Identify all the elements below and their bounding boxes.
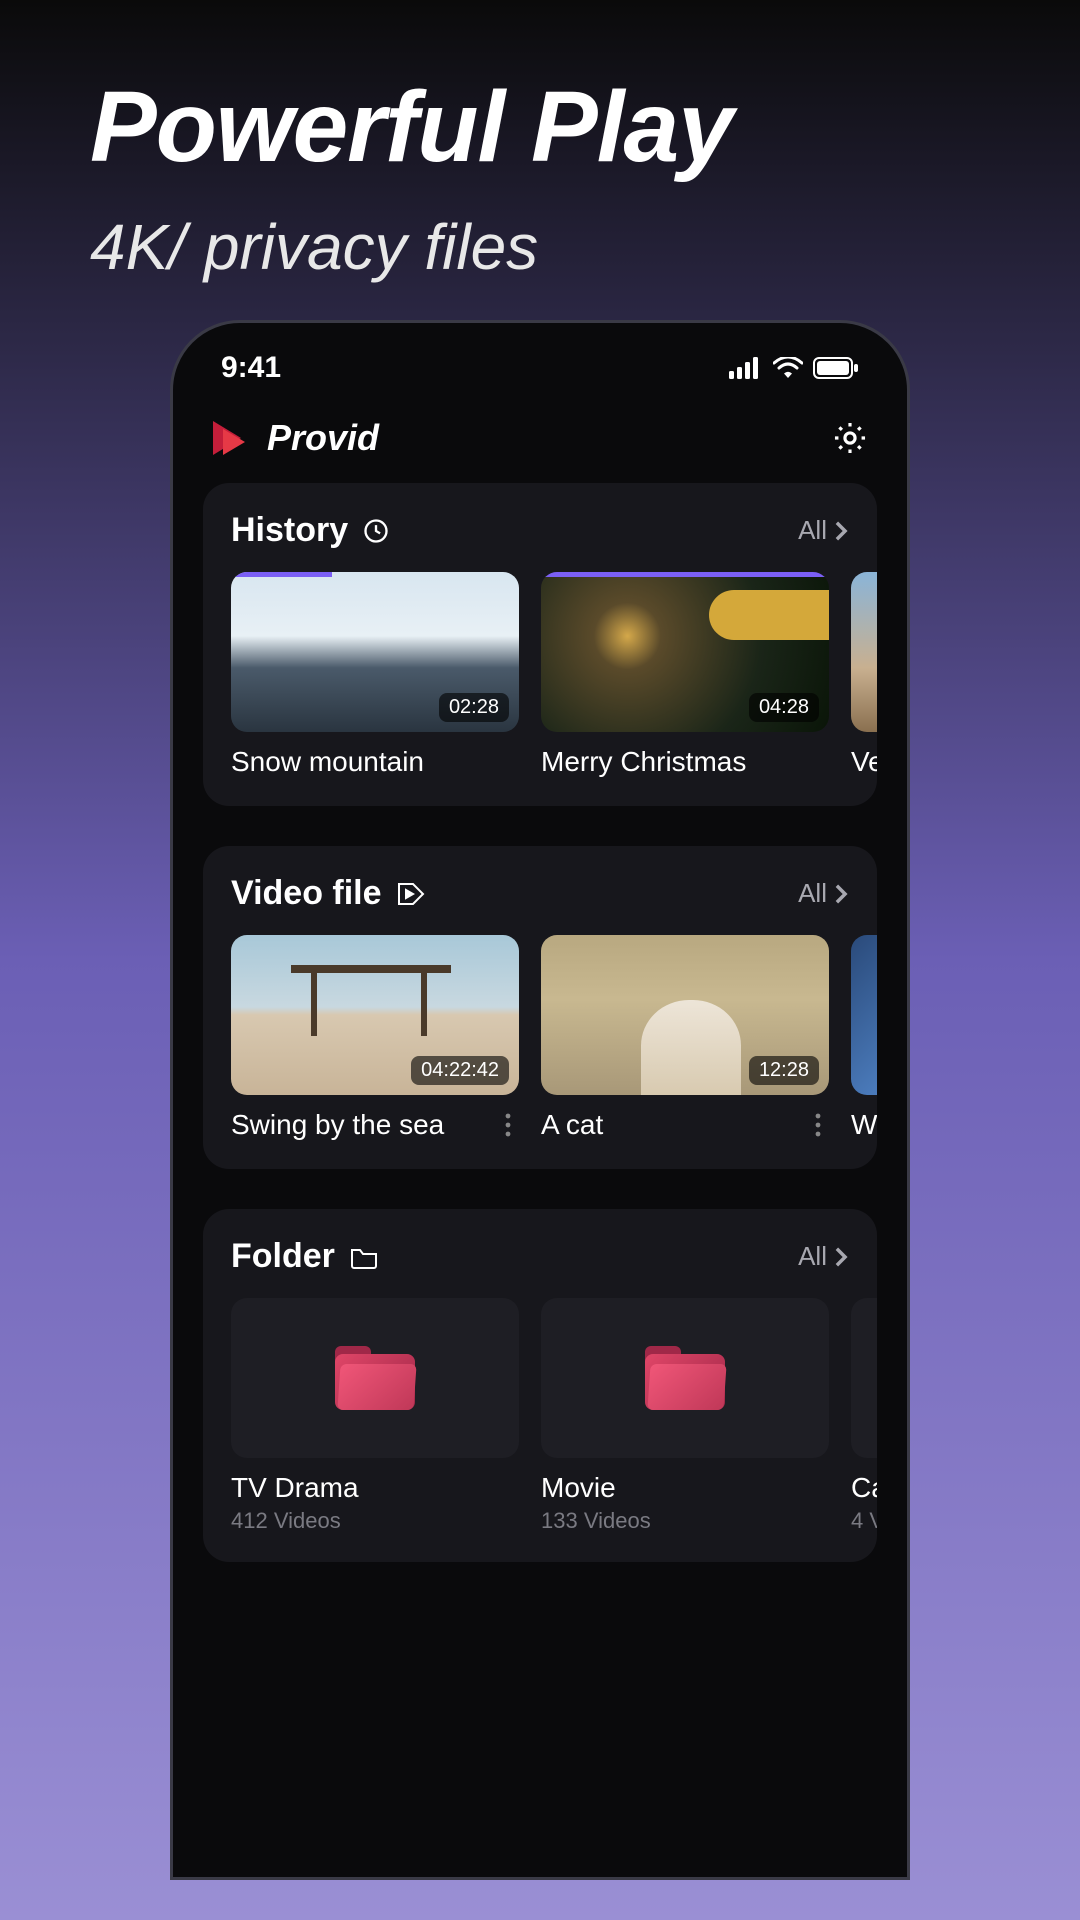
folder-name: Movie <box>541 1472 829 1504</box>
video-thumbnail <box>851 935 877 1095</box>
folder-item[interactable]: Movie 133 Videos <box>541 1298 829 1534</box>
video-file-all-label: All <box>798 878 827 909</box>
video-file-scroll[interactable]: 04:22:42 Swing by the sea 12:28 A cat <box>231 935 877 1141</box>
duration-badge: 04:28 <box>749 693 819 722</box>
wifi-icon <box>773 357 803 379</box>
status-bar: 9:41 <box>203 351 877 409</box>
video-file-all-button[interactable]: All <box>798 878 849 909</box>
history-item[interactable]: 04:28 Merry Christmas <box>541 572 829 778</box>
gear-icon <box>831 419 869 457</box>
settings-button[interactable] <box>831 419 869 457</box>
folder-item[interactable]: TV Drama 412 Videos <box>231 1298 519 1534</box>
video-thumbnail: 02:28 <box>231 572 519 732</box>
folder-icon <box>349 1244 379 1270</box>
more-vertical-icon <box>505 1113 511 1137</box>
folder-item[interactable]: Cam 4 Vide <box>851 1298 877 1534</box>
folder-title: Folder <box>231 1237 335 1276</box>
app-logo-icon <box>211 417 253 459</box>
folder-thumbnail <box>541 1298 829 1458</box>
duration-badge: 04:22:42 <box>411 1056 509 1085</box>
video-title: A cat <box>541 1109 603 1141</box>
folder-count: 4 Vide <box>851 1508 877 1534</box>
folder-scroll[interactable]: TV Drama 412 Videos Movie 133 Videos Cam… <box>231 1298 877 1534</box>
history-card: History All 02:28 Snow mountain <box>203 483 877 806</box>
app-header: Provid <box>203 409 877 483</box>
folder-thumbnail <box>851 1298 877 1458</box>
folder-thumbnail <box>231 1298 519 1458</box>
duration-badge: 02:28 <box>439 693 509 722</box>
history-header: History All <box>231 511 877 550</box>
folder-name: Cam <box>851 1472 877 1504</box>
chevron-right-icon <box>833 520 849 542</box>
video-title: Merry Christmas <box>541 746 746 778</box>
video-item[interactable]: 04:22:42 Swing by the sea <box>231 935 519 1141</box>
progress-bar <box>541 572 829 577</box>
video-thumbnail: 12:28 <box>541 935 829 1095</box>
history-icon <box>362 517 390 545</box>
folder-header: Folder All <box>231 1237 877 1276</box>
video-thumbnail: 04:28 <box>541 572 829 732</box>
progress-bar <box>231 572 332 577</box>
video-title: Snow mountain <box>231 746 424 778</box>
app-name: Provid <box>267 417 379 459</box>
status-icons <box>729 357 859 379</box>
video-title: Swing by the sea <box>231 1109 444 1141</box>
video-item[interactable]: Wind <box>851 935 877 1141</box>
app-brand[interactable]: Provid <box>211 417 379 459</box>
history-all-label: All <box>798 515 827 546</box>
more-vertical-icon <box>815 1113 821 1137</box>
status-time: 9:41 <box>221 351 281 385</box>
folder-count: 412 Videos <box>231 1508 519 1534</box>
phone-frame: 9:41 Provid History All <box>170 320 910 1880</box>
signal-icon <box>729 357 763 379</box>
folder-glyph-icon <box>335 1346 415 1410</box>
duration-badge: 12:28 <box>749 1056 819 1085</box>
folder-name: TV Drama <box>231 1472 519 1504</box>
promo-subtitle: 4K/ privacy files <box>0 185 1080 284</box>
promo-title: Powerful Play <box>0 0 1080 185</box>
video-file-card: Video file All 04:22:42 Swing by the sea <box>203 846 877 1169</box>
folder-glyph-icon <box>645 1346 725 1410</box>
video-thumbnail: 04:22:42 <box>231 935 519 1095</box>
video-title: Wind <box>851 1109 877 1141</box>
history-scroll[interactable]: 02:28 Snow mountain 04:28 Merry Christma… <box>231 572 877 778</box>
folder-all-button[interactable]: All <box>798 1241 849 1272</box>
chevron-right-icon <box>833 883 849 905</box>
video-title: Veni <box>851 746 877 778</box>
folder-all-label: All <box>798 1241 827 1272</box>
play-tag-icon <box>396 881 426 907</box>
chevron-right-icon <box>833 1246 849 1268</box>
folder-card: Folder All TV Drama 412 Videos Movie <box>203 1209 877 1562</box>
battery-icon <box>813 357 859 379</box>
video-file-header: Video file All <box>231 874 877 913</box>
history-item[interactable]: Veni <box>851 572 877 778</box>
folder-count: 133 Videos <box>541 1508 829 1534</box>
more-button[interactable] <box>807 1113 829 1137</box>
video-item[interactable]: 12:28 A cat <box>541 935 829 1141</box>
history-all-button[interactable]: All <box>798 515 849 546</box>
video-thumbnail <box>851 572 877 732</box>
more-button[interactable] <box>497 1113 519 1137</box>
history-title: History <box>231 511 348 550</box>
history-item[interactable]: 02:28 Snow mountain <box>231 572 519 778</box>
video-file-title: Video file <box>231 874 382 913</box>
